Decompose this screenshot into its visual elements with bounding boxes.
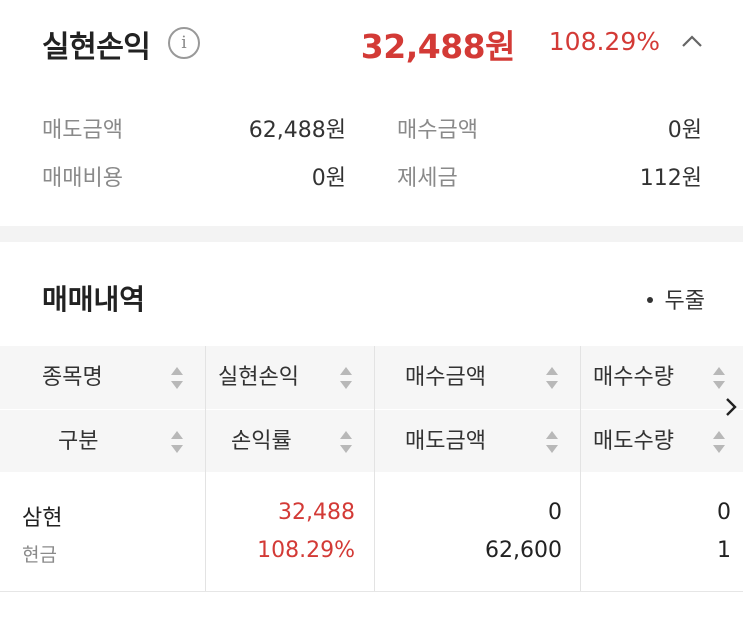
sell-amount-label: 매도금액 — [42, 118, 123, 143]
realized-pnl-value: 32,488 — [278, 500, 355, 525]
col-stock-name[interactable]: 종목명 — [42, 346, 103, 409]
chevron-up-icon[interactable] — [680, 30, 704, 54]
trade-history-title: 매매내역 — [42, 283, 146, 316]
pnl-rate-value: 108.29% — [257, 538, 355, 563]
col-pnl-rate[interactable]: 손익률 — [231, 410, 292, 473]
realized-pnl-header: 실현손익 i 32,488원 108.29% — [0, 0, 743, 88]
trade-history-table: 종목명 실현손익 매수금액 매수수량 구분 손익률 매도금액 매도수량 삼현 현… — [0, 346, 743, 592]
account-type: 현금 — [22, 544, 57, 566]
sell-amount-cell: 62,600 — [485, 538, 562, 563]
sell-qty-cell: 1 — [717, 538, 731, 563]
sort-icon[interactable] — [170, 365, 184, 391]
section-divider — [0, 226, 743, 242]
table-header-row: 구분 손익률 매도금액 매도수량 — [0, 409, 743, 472]
realized-pnl-rate: 108.29% — [548, 27, 660, 56]
col-type[interactable]: 구분 — [58, 410, 98, 473]
sort-icon[interactable] — [712, 429, 726, 455]
col-sell-qty[interactable]: 매도수량 — [593, 410, 674, 473]
col-buy-qty[interactable]: 매수수량 — [593, 346, 674, 409]
buy-amount-cell: 0 — [548, 500, 562, 525]
tax-label: 제세금 — [397, 166, 458, 191]
realized-pnl-amount: 32,488원 — [360, 27, 516, 66]
col-sell-amount[interactable]: 매도금액 — [405, 410, 486, 473]
table-row[interactable]: 삼현 현금 32,488 108.29% 0 62,600 0 1 — [0, 472, 743, 592]
sort-icon[interactable] — [339, 365, 353, 391]
buy-amount-value: 0원 — [667, 118, 702, 143]
sort-icon[interactable] — [545, 365, 559, 391]
tax-value: 112원 — [639, 166, 702, 191]
pnl-summary: 매도금액 62,488원 매수금액 0원 매매비용 0원 제세금 112원 — [0, 100, 743, 208]
sort-icon[interactable] — [170, 429, 184, 455]
dot-icon — [646, 297, 653, 303]
buy-qty-cell: 0 — [717, 500, 731, 525]
chevron-right-icon[interactable] — [722, 394, 740, 420]
page-title: 실현손익 — [42, 30, 151, 65]
stock-name: 삼현 — [22, 506, 63, 531]
sell-amount-value: 62,488원 — [248, 118, 346, 143]
buy-amount-label: 매수금액 — [397, 118, 478, 143]
col-buy-amount[interactable]: 매수금액 — [405, 346, 486, 409]
sort-icon[interactable] — [545, 429, 559, 455]
sort-icon[interactable] — [339, 429, 353, 455]
table-header-row: 종목명 실현손익 매수금액 매수수량 — [0, 346, 743, 409]
trade-cost-label: 매매비용 — [42, 166, 123, 191]
col-realized-pnl[interactable]: 실현손익 — [218, 346, 299, 409]
two-line-toggle[interactable]: 두줄 — [646, 283, 705, 315]
sort-icon[interactable] — [712, 365, 726, 391]
info-icon[interactable]: i — [168, 27, 200, 59]
trade-cost-value: 0원 — [311, 166, 346, 191]
two-line-label: 두줄 — [664, 289, 705, 314]
